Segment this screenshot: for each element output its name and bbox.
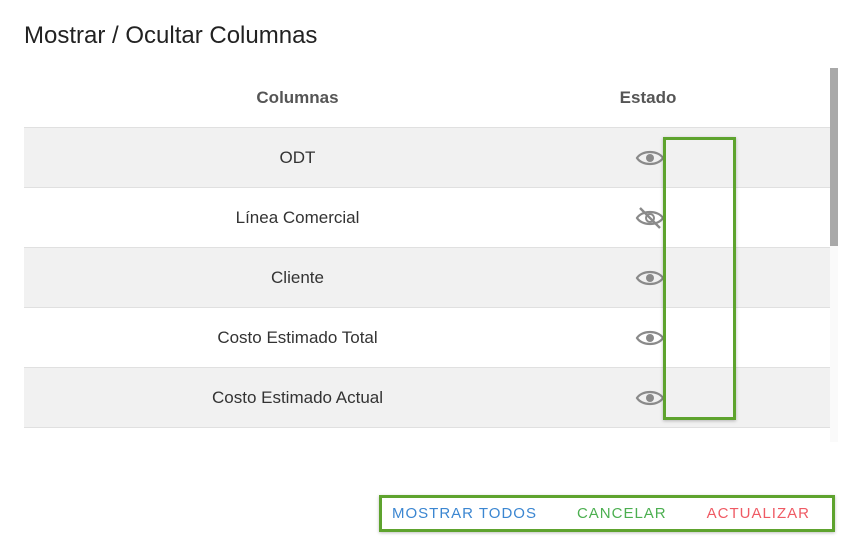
row-label: Cliente	[271, 267, 324, 287]
scrollbar-thumb[interactable]	[830, 68, 838, 246]
column-visibility-dialog: Mostrar / Ocultar Columnas Columnas Esta…	[0, 0, 862, 550]
table-row: Línea Comercial	[24, 188, 830, 248]
show-all-button[interactable]: MOSTRAR TODOS	[392, 505, 537, 522]
table-row: Costo Estimado Total	[24, 308, 830, 368]
table-row: ODT	[24, 128, 830, 188]
dialog-actions: MOSTRAR TODOS CANCELAR ACTUALIZAR	[379, 495, 835, 532]
header-columns: Columnas	[256, 87, 339, 107]
vertical-scrollbar[interactable]	[830, 68, 838, 442]
eye-off-icon[interactable]	[634, 204, 666, 232]
row-label: Costo Estimado Actual	[211, 387, 384, 407]
table-header: Columnas Estado	[24, 68, 830, 128]
table-row: Costo Estimado Actual	[24, 368, 830, 428]
eye-icon[interactable]	[634, 324, 666, 352]
columns-table: Columnas Estado ODT Línea Comercial Clie…	[24, 68, 830, 442]
dialog-title: Mostrar / Ocultar Columnas	[24, 22, 318, 49]
eye-icon[interactable]	[634, 144, 666, 172]
eye-icon[interactable]	[634, 384, 666, 412]
header-state: Estado	[619, 87, 677, 107]
table-row: Cliente	[24, 248, 830, 308]
row-label: Costo Estimado Total	[217, 327, 378, 347]
update-button[interactable]: ACTUALIZAR	[707, 505, 810, 522]
row-label: ODT	[279, 147, 316, 167]
row-label: Línea Comercial	[235, 207, 360, 227]
eye-icon[interactable]	[634, 264, 666, 292]
cancel-button[interactable]: CANCELAR	[577, 505, 667, 522]
